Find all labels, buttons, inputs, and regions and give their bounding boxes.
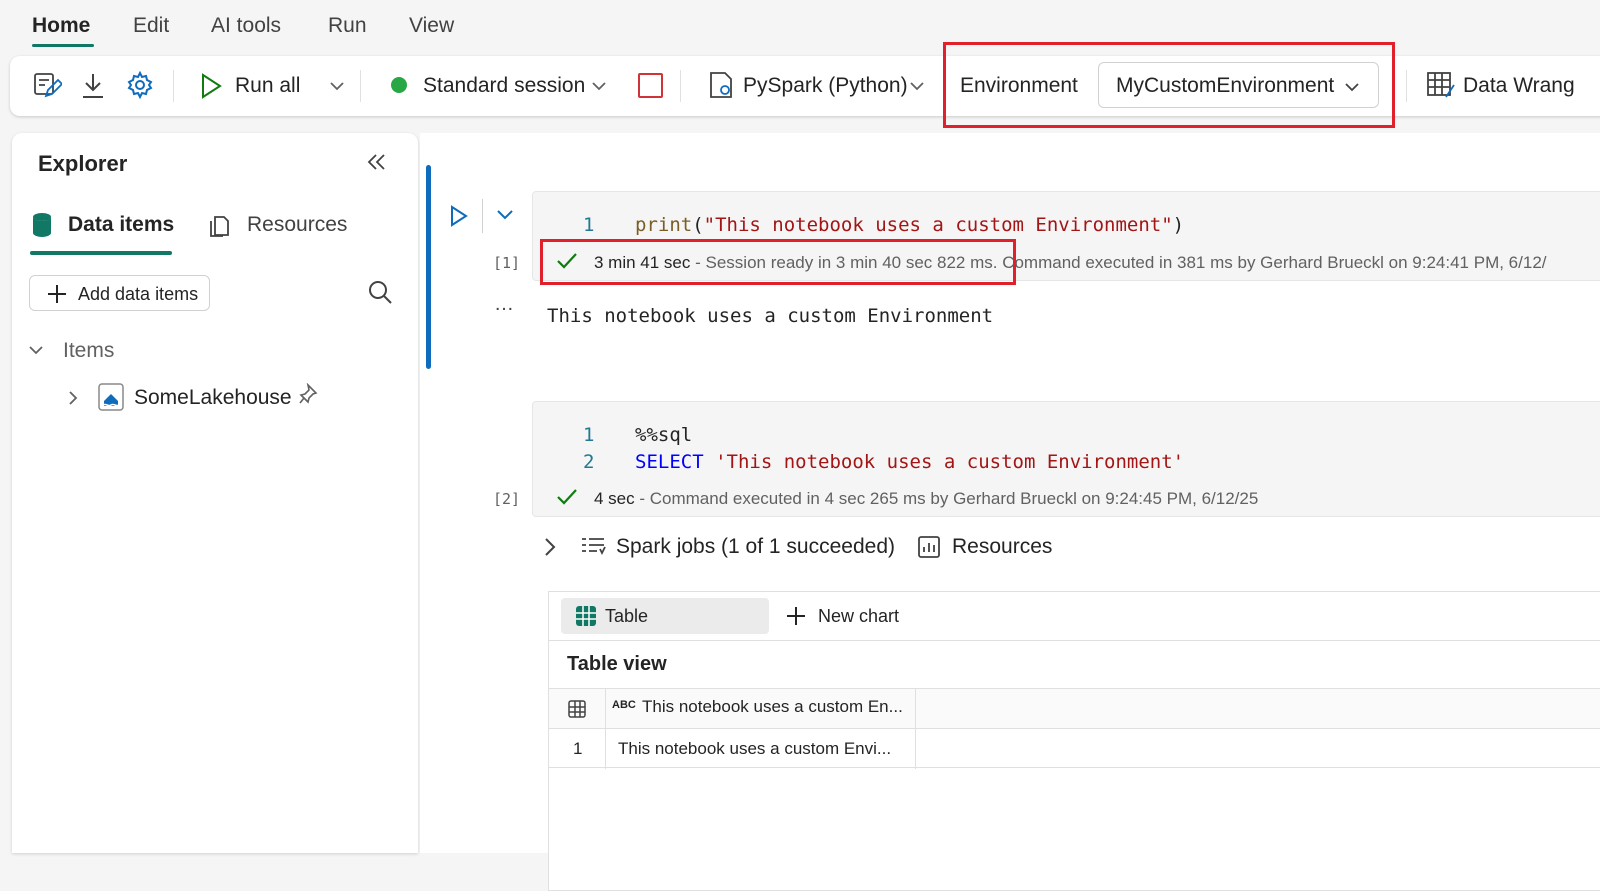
explorer-panel: Explorer Data items Resources Add data i… [12, 133, 418, 853]
ribbon-toolbar: Run all Standard session PySpark (Python… [10, 56, 1600, 116]
environment-label: Environment [960, 74, 1078, 97]
cell-status-text: 3 min 41 sec - Session ready in 3 min 40… [594, 253, 1547, 273]
environment-chevron-down-icon [1345, 82, 1359, 92]
resources-file-icon [208, 212, 230, 238]
plus-icon [46, 283, 68, 305]
code-string: "This notebook uses a custom Environment… [703, 214, 1173, 236]
add-data-items-button[interactable]: Add data items [29, 275, 210, 311]
code-line[interactable]: print("This notebook uses a custom Envir… [635, 214, 1184, 236]
run-cell-play-icon[interactable] [450, 205, 468, 227]
expand-chevron-right-icon[interactable] [68, 390, 78, 406]
language-settings-icon [706, 70, 736, 100]
cell-status-text: 4 sec - Command executed in 4 sec 265 ms… [594, 489, 1258, 509]
items-chevron-down-icon[interactable] [28, 345, 44, 355]
add-data-items-label: Add data items [78, 284, 199, 304]
tab-table[interactable]: Table [561, 598, 769, 634]
row-index: 1 [573, 739, 583, 758]
session-chevron-down-icon[interactable] [592, 81, 606, 91]
new-chart-button[interactable]: New chart [818, 606, 899, 627]
language-chevron-down-icon[interactable] [910, 81, 924, 91]
tab-active-indicator [30, 251, 172, 255]
cell-status-detail: - Session ready in 3 min 40 sec 822 ms. … [690, 253, 1547, 272]
session-selector[interactable]: Standard session [423, 74, 585, 98]
table-row[interactable]: 1 This notebook uses a custom Envi... [549, 728, 1600, 768]
new-chart-plus-icon[interactable] [785, 605, 807, 627]
menu-active-indicator [32, 44, 94, 47]
code-line-select[interactable]: SELECT 'This notebook uses a custom Envi… [635, 451, 1184, 473]
cell-duration: 4 sec [594, 489, 635, 508]
toolbar-separator [1406, 70, 1407, 102]
code-string: 'This notebook uses a custom Environment… [715, 451, 1185, 473]
spark-jobs-list-icon [580, 535, 606, 559]
code-keyword: SELECT [635, 451, 704, 473]
line-number: 1 [583, 424, 595, 446]
success-check-icon [556, 488, 578, 506]
lakehouse-icon [98, 383, 124, 411]
table-corner-icon [567, 699, 587, 719]
search-icon[interactable] [367, 279, 393, 305]
toolbar-separator [360, 70, 361, 102]
execution-count: [1] [493, 254, 521, 272]
tree-item-label: SomeLakehouse [134, 386, 292, 409]
run-all-play-icon[interactable] [200, 73, 222, 99]
output-more-icon[interactable]: … [494, 293, 514, 316]
menu-view[interactable]: View [409, 14, 454, 38]
resources-toggle[interactable]: Resources [952, 535, 1052, 559]
line-number: 2 [583, 451, 595, 473]
download-icon[interactable] [80, 70, 106, 100]
resources-chart-icon [917, 535, 941, 559]
explorer-title: Explorer [38, 151, 128, 176]
environment-dropdown[interactable]: MyCustomEnvironment [1098, 62, 1379, 108]
line-number: 1 [583, 214, 595, 236]
menu-home[interactable]: Home [32, 14, 90, 38]
collapse-panel-icon[interactable] [367, 153, 387, 171]
notebook-canvas: 1 print("This notebook uses a custom Env… [420, 133, 1600, 891]
tab-resources[interactable]: Resources [247, 213, 347, 237]
cell-status-detail: - Command executed in 4 sec 265 ms by Ge… [634, 489, 1259, 508]
toolbar-separator [680, 70, 681, 102]
string-type-badge: ABC [612, 699, 636, 711]
pin-icon[interactable] [299, 383, 319, 405]
run-options-chevron-down-icon[interactable] [330, 81, 344, 91]
language-selector[interactable]: PySpark (Python) [743, 74, 908, 98]
cell-toolbar-divider [482, 199, 483, 233]
database-icon [32, 212, 52, 238]
cell-duration: 3 min 41 sec [594, 253, 691, 272]
data-wrangler-icon[interactable] [1426, 70, 1456, 100]
table-view-header: Table view [549, 640, 1600, 688]
code-function: print [635, 214, 693, 236]
edit-notebook-icon[interactable] [32, 70, 62, 100]
spark-jobs-chevron-right-icon[interactable] [544, 537, 556, 557]
success-check-icon [556, 252, 578, 270]
spark-jobs-toggle[interactable]: Spark jobs (1 of 1 succeeded) [616, 535, 895, 559]
code-line-magic[interactable]: %%sql [635, 424, 692, 446]
run-all-button[interactable]: Run all [235, 74, 300, 98]
environment-value: MyCustomEnvironment [1116, 74, 1335, 97]
column-header[interactable]: This notebook uses a custom En... [642, 697, 903, 717]
cell-options-chevron-down-icon[interactable] [496, 209, 514, 221]
toolbar-separator [173, 70, 174, 102]
cell-output: This notebook uses a custom Environment [547, 305, 994, 327]
menu-edit[interactable]: Edit [133, 14, 169, 38]
menu-bar: Home Edit AI tools Run View [0, 0, 1600, 52]
session-status-dot-icon [391, 77, 407, 93]
active-cell-indicator [426, 165, 431, 369]
tab-data-items[interactable]: Data items [68, 213, 174, 237]
table-header-row: ABC This notebook uses a custom En... [549, 688, 1600, 769]
table-view-title: Table view [567, 653, 667, 675]
tab-table-label: Table [605, 606, 649, 626]
menu-run[interactable]: Run [328, 14, 367, 38]
menu-ai-tools[interactable]: AI tools [211, 14, 281, 38]
stop-session-icon[interactable] [638, 73, 663, 98]
tree-item-somelakehouse[interactable]: SomeLakehouse [52, 381, 352, 417]
result-panel: Table New chart Table view ABC This note… [548, 591, 1600, 891]
items-section-label: Items [63, 339, 115, 362]
execution-count: [2] [493, 490, 521, 508]
table-cell[interactable]: This notebook uses a custom Envi... [618, 739, 891, 759]
data-wrangler-button[interactable]: Data Wrang [1463, 74, 1575, 98]
table-grid-icon [575, 605, 597, 627]
settings-gear-icon[interactable] [125, 70, 155, 100]
